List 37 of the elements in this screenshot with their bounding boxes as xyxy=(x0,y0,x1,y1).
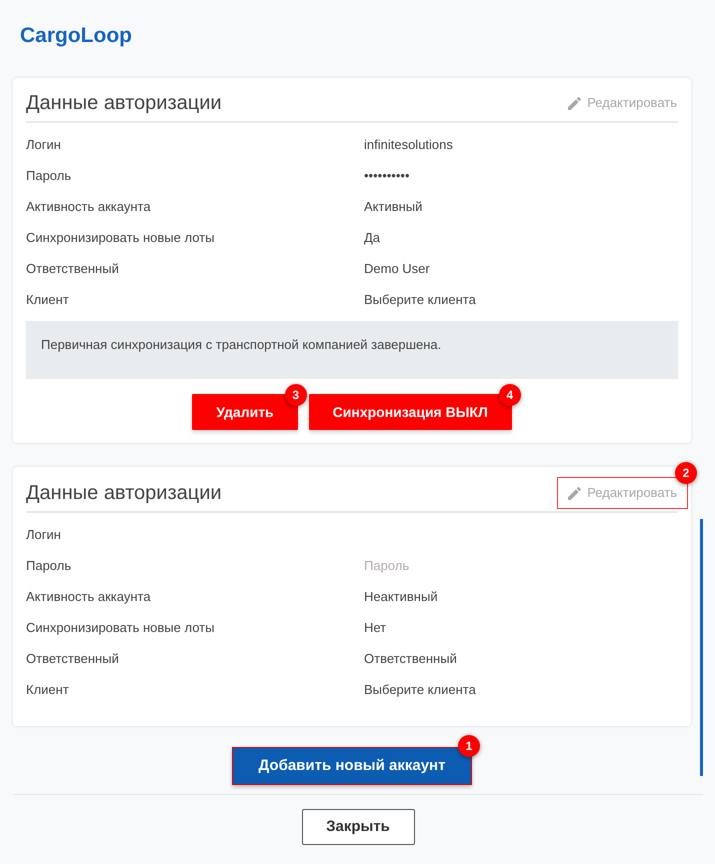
field-value: Активный xyxy=(364,198,422,216)
notice-text: Первичная синхронизация с транспортной компанией завершена. xyxy=(41,337,442,352)
field-label: Клиент xyxy=(26,290,70,309)
callout-number: 3 xyxy=(284,384,307,406)
close-button[interactable]: Закрыть xyxy=(302,809,414,845)
app-title: CargoLoop xyxy=(20,24,132,47)
field-label: Ответственный xyxy=(26,650,120,668)
field-label: Пароль xyxy=(26,166,72,185)
field-label: Пароль xyxy=(26,556,72,575)
field-label: Ответственный xyxy=(26,260,120,278)
pencil-icon xyxy=(568,96,582,110)
field-label: Активность аккаунта xyxy=(26,198,152,216)
field-value: Да xyxy=(364,228,380,247)
field-value: infinitesolutions xyxy=(364,136,453,154)
field-label: Синхронизировать новые лоты xyxy=(26,228,216,247)
field-value: Неактивный xyxy=(364,588,438,606)
field-value: Выберите клиента xyxy=(364,290,476,309)
edit-link[interactable]: Редактировать xyxy=(557,477,688,509)
field-value: Нет xyxy=(364,618,386,637)
edit-link[interactable]: Редактировать xyxy=(557,87,688,119)
field-label: Логин xyxy=(26,136,62,154)
card-title: Данные авторизации xyxy=(26,481,222,506)
field-value: •••••••••• xyxy=(364,166,410,185)
field-label: Синхронизировать новые лоты xyxy=(26,618,216,637)
field-label: Активность аккаунта xyxy=(26,588,152,606)
field-value: Ответственный xyxy=(364,650,457,668)
callout-number: 2 xyxy=(675,462,697,484)
callout-number: 4 xyxy=(498,384,521,406)
field-value: Выберите клиента xyxy=(364,680,476,699)
field-label: Логин xyxy=(26,526,62,544)
card-title: Данные авторизации xyxy=(26,91,222,116)
field-label: Клиент xyxy=(26,680,70,699)
password-field[interactable]: Пароль xyxy=(364,554,564,576)
pencil-icon xyxy=(568,486,582,500)
callout-number: 1 xyxy=(458,735,480,757)
field-value: Demo User xyxy=(364,260,430,278)
scrollbar-thumb[interactable] xyxy=(700,519,703,776)
